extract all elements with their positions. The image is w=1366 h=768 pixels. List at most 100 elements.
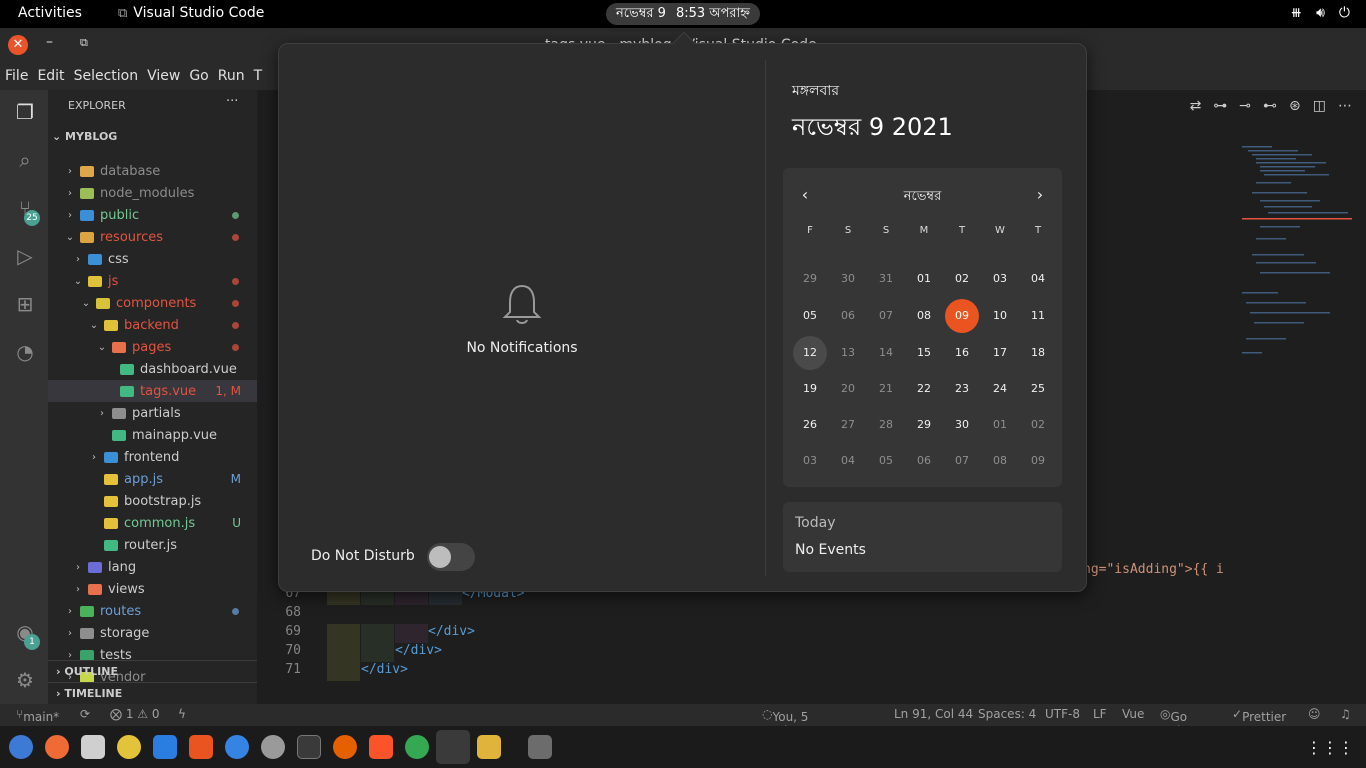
- calendar-day[interactable]: 22: [907, 372, 941, 406]
- chrome-icon[interactable]: [405, 735, 429, 759]
- calendar-day[interactable]: 18: [1021, 336, 1055, 370]
- code-line[interactable]: 69 </div>: [257, 624, 1257, 643]
- thunderbird-icon[interactable]: [9, 735, 33, 759]
- explorer-more-button[interactable]: ···: [226, 94, 238, 109]
- branch-indicator[interactable]: ⑂ main*: [16, 707, 59, 724]
- tree-item[interactable]: ⌄ js: [48, 270, 257, 292]
- tree-item[interactable]: › database: [48, 160, 257, 182]
- calendar-day[interactable]: 02: [945, 262, 979, 296]
- calendar-day[interactable]: 27: [831, 408, 865, 442]
- system-tray[interactable]: ⧻ 🔊︎ ⏻: [1290, 5, 1350, 21]
- trash-icon[interactable]: [528, 735, 552, 759]
- indentation[interactable]: Spaces: 4: [978, 707, 1036, 721]
- calendar-day[interactable]: 07: [869, 299, 903, 333]
- project-folder-header[interactable]: ⌄ MYBLOG: [52, 130, 117, 143]
- go-live-button[interactable]: ◎ Go Live: [1160, 707, 1195, 738]
- tree-item[interactable]: › node_modules: [48, 182, 257, 204]
- calendar-day[interactable]: 15: [907, 336, 941, 370]
- calendar-day[interactable]: 11: [1021, 299, 1055, 333]
- git-graph-icon[interactable]: ◔: [12, 340, 38, 366]
- tree-item[interactable]: › public: [48, 204, 257, 226]
- show-applications-icon[interactable]: ⋮⋮⋮: [1306, 738, 1354, 757]
- menu-go[interactable]: Go: [189, 62, 208, 90]
- calendar-day[interactable]: 07: [945, 444, 979, 478]
- split-editor-icon[interactable]: ◫: [1313, 98, 1326, 114]
- software-center-icon[interactable]: [189, 735, 213, 759]
- calendar-day[interactable]: 23: [945, 372, 979, 406]
- code-line[interactable]: 68: [257, 605, 1257, 624]
- calendar-day[interactable]: 10: [983, 299, 1017, 333]
- firefox-icon[interactable]: [333, 735, 357, 759]
- calendar-day[interactable]: 09: [1021, 444, 1055, 478]
- more-actions-icon[interactable]: ⋯: [1338, 98, 1352, 114]
- run-debug-icon[interactable]: ▷: [12, 244, 38, 270]
- minimize-window-button[interactable]: –: [46, 34, 53, 50]
- compare-icon[interactable]: ⇄: [1190, 98, 1202, 114]
- calendar-day[interactable]: 08: [907, 299, 941, 333]
- outline-section[interactable]: › OUTLINE: [48, 660, 257, 682]
- calendar-day[interactable]: 04: [1021, 262, 1055, 296]
- menu-edit[interactable]: Edit: [37, 62, 64, 90]
- menu-run[interactable]: Run: [218, 62, 245, 90]
- tree-item[interactable]: router.js: [48, 534, 257, 556]
- files-icon[interactable]: [81, 735, 105, 759]
- menu-file[interactable]: File: [5, 62, 28, 90]
- events-section[interactable]: Today No Events: [783, 502, 1062, 572]
- previous-change-icon[interactable]: ⊸: [1239, 98, 1251, 114]
- calendar-day[interactable]: 02: [1021, 408, 1055, 442]
- tree-item[interactable]: bootstrap.js: [48, 490, 257, 512]
- calendar-day[interactable]: 26: [793, 408, 827, 442]
- calendar-day[interactable]: 24: [983, 372, 1017, 406]
- tree-item[interactable]: ⌄ backend: [48, 314, 257, 336]
- tree-item[interactable]: › lang: [48, 556, 257, 578]
- calendar-day[interactable]: 13: [831, 336, 865, 370]
- writer-icon[interactable]: [153, 735, 177, 759]
- calendar-day[interactable]: 19: [793, 372, 827, 406]
- vscode-dock-icon[interactable]: [436, 730, 470, 764]
- calendar-day[interactable]: 06: [831, 299, 865, 333]
- dnd-toggle[interactable]: [427, 543, 475, 571]
- extensions-icon[interactable]: ⊞: [12, 292, 38, 318]
- next-month-button[interactable]: ›: [1025, 185, 1055, 204]
- calendar-day[interactable]: 31: [869, 262, 903, 296]
- calendar-day[interactable]: 08: [983, 444, 1017, 478]
- settings-app-icon[interactable]: [261, 735, 285, 759]
- line-ending[interactable]: LF: [1093, 707, 1107, 721]
- problems-indicator[interactable]: ⨂ 1 ⚠ 0: [110, 707, 159, 721]
- calendar-day[interactable]: 06: [907, 444, 941, 478]
- tree-item[interactable]: tags.vue 1, M: [48, 380, 257, 402]
- tree-item[interactable]: common.js U: [48, 512, 257, 534]
- tree-item[interactable]: dashboard.vue: [48, 358, 257, 380]
- cursor-position[interactable]: Ln 91, Col 44: [894, 707, 973, 721]
- tree-item[interactable]: › views: [48, 578, 257, 600]
- tree-item[interactable]: ⌄ components: [48, 292, 257, 314]
- menu-view[interactable]: View: [147, 62, 180, 90]
- tree-item[interactable]: › css: [48, 248, 257, 270]
- menu-terminal[interactable]: T: [254, 62, 263, 90]
- tree-item[interactable]: mainapp.vue: [48, 424, 257, 446]
- minimap[interactable]: [1232, 142, 1352, 372]
- calendar-day[interactable]: 05: [869, 444, 903, 478]
- language-mode[interactable]: Vue: [1122, 707, 1144, 721]
- postman-icon[interactable]: [45, 735, 69, 759]
- archive-manager-icon[interactable]: [477, 735, 501, 759]
- calendar-day[interactable]: 01: [907, 262, 941, 296]
- maximize-window-button[interactable]: ⧉: [80, 36, 88, 50]
- settings-gear-icon[interactable]: ⚙: [12, 668, 38, 694]
- app-menu[interactable]: ⧉ Visual Studio Code: [118, 5, 264, 21]
- explorer-icon[interactable]: ❐: [12, 100, 38, 126]
- calendar-day[interactable]: 30: [831, 262, 865, 296]
- calendar-day[interactable]: 01: [983, 408, 1017, 442]
- tree-item[interactable]: › storage: [48, 622, 257, 644]
- activities-button[interactable]: Activities: [18, 5, 82, 21]
- calendar-day[interactable]: 30: [945, 408, 979, 442]
- search-icon[interactable]: ⌕: [12, 148, 38, 174]
- encoding[interactable]: UTF-8: [1045, 707, 1080, 721]
- calendar-day[interactable]: 14: [869, 336, 903, 370]
- prettier-button[interactable]: ✓ Prettier: [1232, 707, 1286, 724]
- git-commit-icon[interactable]: ⊶: [1213, 98, 1227, 114]
- calendar-day[interactable]: 20: [831, 372, 865, 406]
- close-window-button[interactable]: ✕: [8, 35, 28, 55]
- calendar-day[interactable]: 05: [793, 299, 827, 333]
- feedback-icon[interactable]: ☺: [1308, 707, 1321, 721]
